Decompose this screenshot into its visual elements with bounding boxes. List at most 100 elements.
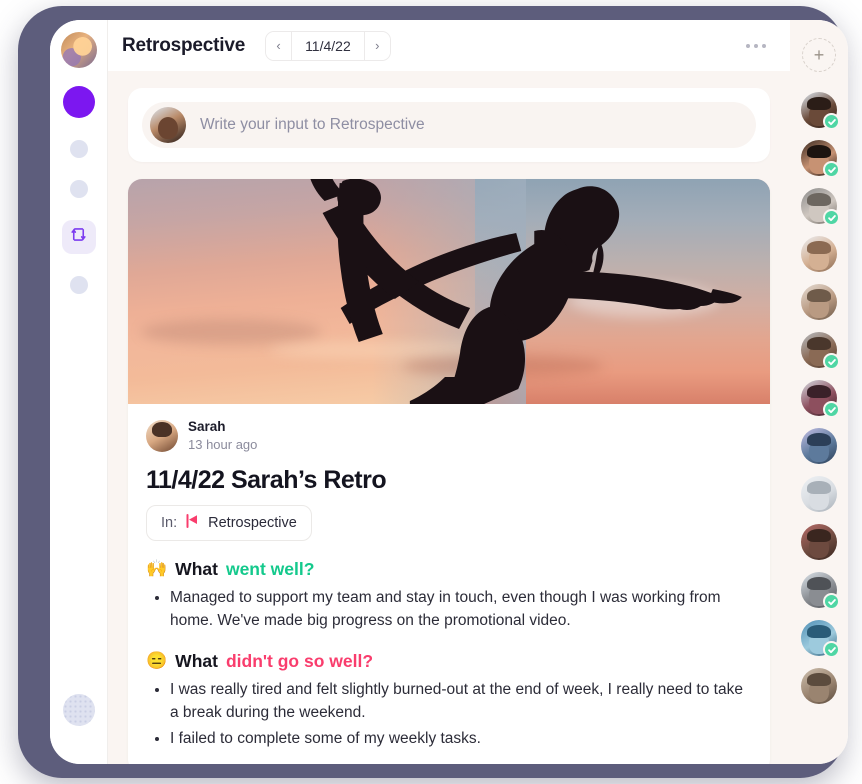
avatar-hair bbox=[807, 241, 831, 254]
avatar-hair bbox=[807, 385, 831, 398]
app-window: Retrospective ‹ 11/4/22 › Write your inp… bbox=[50, 20, 848, 764]
more-options-icon[interactable] bbox=[738, 36, 774, 56]
section-prefix: What bbox=[175, 650, 218, 671]
member-avatar[interactable] bbox=[801, 188, 840, 226]
date-navigator: ‹ 11/4/22 › bbox=[265, 30, 391, 61]
members-sidebar: + bbox=[790, 20, 848, 764]
avatar-hair bbox=[807, 577, 831, 590]
avatar-face bbox=[808, 294, 830, 318]
composer-placeholder-text[interactable]: Write your input to Retrospective bbox=[200, 116, 425, 134]
dot bbox=[746, 43, 750, 48]
composer-card: Write your input to Retrospective bbox=[128, 88, 770, 162]
avatar-hair bbox=[807, 673, 831, 686]
retrospective-sync-icon bbox=[69, 225, 88, 249]
post-hero-image bbox=[128, 179, 770, 404]
expressionless-face-emoji: 😑 bbox=[146, 651, 168, 671]
went-well-list: Managed to support my team and stay in t… bbox=[152, 586, 752, 633]
feed-scroll-area[interactable]: Write your input to Retrospective Sarah … bbox=[108, 71, 790, 764]
sidebar-item-nav-2[interactable] bbox=[69, 180, 88, 198]
avatar-hair bbox=[807, 145, 831, 158]
post-timestamp: 13 hour ago bbox=[188, 437, 258, 453]
member-checked-badge bbox=[823, 641, 840, 658]
member-avatar[interactable] bbox=[801, 572, 840, 610]
avatar-hair bbox=[807, 529, 831, 542]
member-avatar[interactable] bbox=[801, 380, 840, 418]
list-item: I failed to complete some of my weekly t… bbox=[170, 727, 752, 751]
prev-date-button[interactable]: ‹ bbox=[266, 31, 292, 60]
section-prefix: What bbox=[175, 558, 218, 579]
avatar-hair bbox=[807, 289, 831, 302]
post-author-avatar bbox=[146, 419, 178, 452]
dot bbox=[754, 43, 758, 48]
section-highlight: went well? bbox=[225, 558, 315, 579]
post-author-name: Sarah bbox=[188, 419, 226, 434]
avatar-face bbox=[808, 534, 830, 558]
member-avatar[interactable] bbox=[801, 236, 837, 272]
page-title: Retrospective bbox=[122, 34, 246, 56]
member-13 bbox=[801, 668, 837, 704]
composer-user-avatar bbox=[150, 107, 186, 143]
in-label: In: bbox=[161, 514, 178, 531]
member-checked-badge bbox=[823, 353, 840, 370]
channel-name: Retrospective bbox=[208, 514, 297, 531]
member-9 bbox=[801, 476, 837, 512]
member-avatar[interactable] bbox=[801, 668, 837, 704]
top-bar: Retrospective ‹ 11/4/22 › bbox=[108, 20, 790, 71]
sidebar-item-nav-3[interactable] bbox=[69, 276, 88, 294]
avatar-hair bbox=[807, 481, 831, 494]
member-4 bbox=[801, 236, 837, 272]
current-date-value[interactable]: 11/4/22 bbox=[291, 31, 365, 60]
post-body: Sarah 13 hour ago 11/4/22 Sarah’s Retro … bbox=[128, 404, 770, 764]
section-highlight: didn't go so well? bbox=[225, 650, 374, 671]
avatar-hair bbox=[807, 337, 831, 350]
section-heading-didnt-go-well: 😑 What didn't go so well? bbox=[146, 651, 752, 672]
yoga-silhouette-figure bbox=[310, 179, 742, 404]
member-checked-badge bbox=[823, 161, 840, 178]
member-checked-badge bbox=[823, 209, 840, 226]
post-card: Sarah 13 hour ago 11/4/22 Sarah’s Retro … bbox=[128, 179, 770, 764]
member-checked-badge bbox=[823, 593, 840, 610]
dot bbox=[762, 43, 766, 48]
workspace-avatar[interactable] bbox=[60, 32, 97, 68]
sidebar-item-retrospective[interactable] bbox=[61, 220, 96, 254]
composer-input-wrapper[interactable]: Write your input to Retrospective bbox=[142, 102, 756, 148]
raised-hands-emoji: 🙌 bbox=[146, 559, 168, 579]
member-checked-badge bbox=[823, 113, 840, 130]
main-column: Retrospective ‹ 11/4/22 › Write your inp… bbox=[108, 20, 790, 764]
avatar-hair bbox=[807, 433, 831, 446]
member-avatar[interactable] bbox=[801, 476, 837, 512]
member-avatar[interactable] bbox=[801, 620, 840, 658]
member-checked-badge bbox=[823, 401, 840, 418]
avatar-face bbox=[808, 486, 830, 510]
flag-icon bbox=[186, 513, 199, 532]
member-avatar[interactable] bbox=[801, 524, 837, 560]
left-sidebar bbox=[50, 20, 108, 764]
member-avatar[interactable] bbox=[801, 332, 840, 370]
post-title: 11/4/22 Sarah’s Retro bbox=[146, 465, 387, 494]
avatar-face bbox=[808, 246, 830, 270]
list-item: I was really tired and felt slightly bur… bbox=[170, 678, 752, 725]
avatar-face bbox=[808, 438, 830, 462]
member-5 bbox=[801, 284, 837, 320]
next-date-button[interactable]: › bbox=[364, 31, 390, 60]
member-avatar[interactable] bbox=[801, 284, 837, 320]
user-account-avatar[interactable] bbox=[62, 694, 95, 726]
member-avatar[interactable] bbox=[801, 92, 840, 130]
sidebar-item-nav-1[interactable] bbox=[69, 140, 88, 158]
sidebar-item-workspace-active[interactable] bbox=[62, 86, 95, 118]
avatar-hair bbox=[807, 193, 831, 206]
add-member-button[interactable]: + bbox=[802, 38, 836, 72]
member-10 bbox=[801, 524, 837, 560]
device-frame: Retrospective ‹ 11/4/22 › Write your inp… bbox=[18, 6, 848, 778]
post-channel-badge[interactable]: In: Retrospective bbox=[146, 504, 312, 541]
post-author-meta: Sarah 13 hour ago bbox=[146, 418, 752, 454]
avatar-face bbox=[808, 678, 830, 702]
list-item: Managed to support my team and stay in t… bbox=[170, 586, 752, 633]
member-avatar[interactable] bbox=[801, 140, 840, 178]
member-avatar[interactable] bbox=[801, 428, 837, 464]
section-heading-went-well: 🙌 What went well? bbox=[146, 559, 752, 580]
member-8 bbox=[801, 428, 837, 464]
didnt-go-well-list: I was really tired and felt slightly bur… bbox=[152, 678, 752, 751]
avatar-hair bbox=[807, 625, 831, 638]
avatar-hair bbox=[807, 97, 831, 110]
